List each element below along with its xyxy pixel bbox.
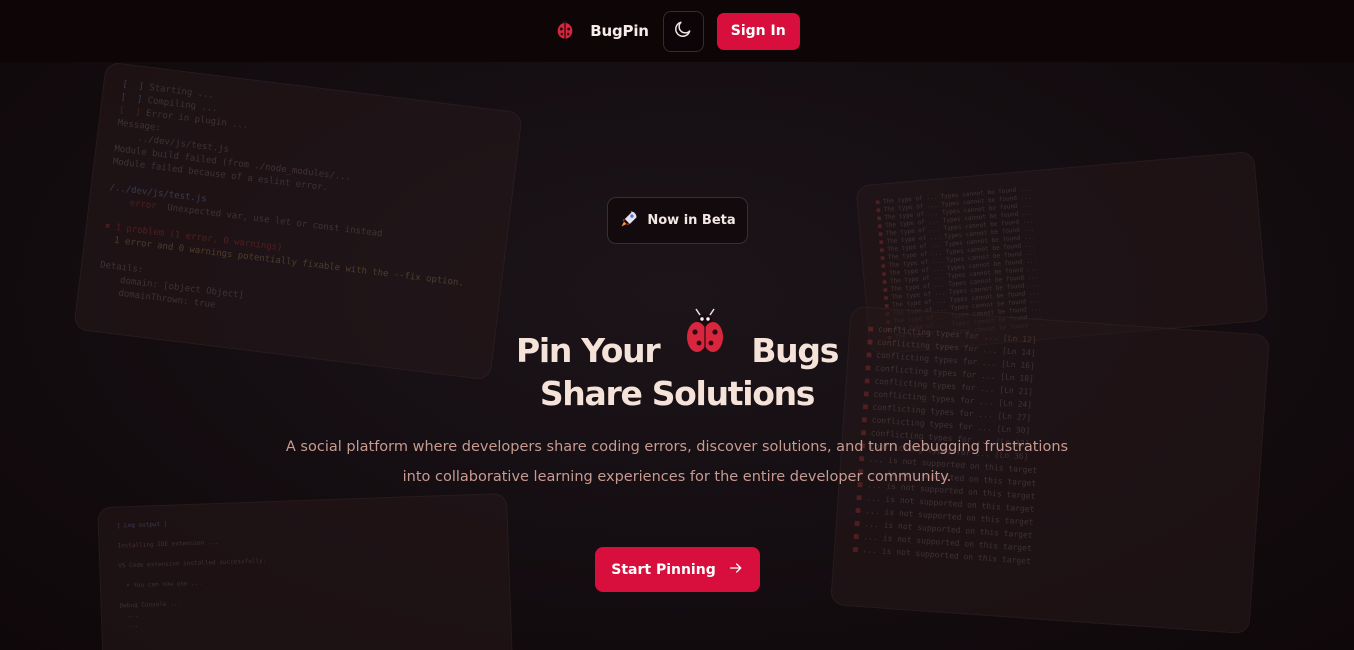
background-terminal-window: [ Log output ] Installing IDE extension …	[97, 492, 513, 650]
brand-name: BugPin	[590, 22, 649, 40]
beta-badge: Now in Beta	[607, 197, 748, 244]
arrow-right-icon	[728, 560, 744, 580]
title-word-bugs: Bugs	[751, 330, 839, 370]
hero-title-line-2: Share Solutions	[539, 374, 816, 413]
start-pinning-button[interactable]: Start Pinning	[595, 547, 760, 592]
theme-toggle-button[interactable]	[662, 10, 704, 52]
moon-icon	[673, 19, 693, 43]
brand[interactable]: BugPin	[554, 18, 649, 44]
ladybug-icon	[681, 308, 729, 364]
ladybug-icon	[554, 18, 576, 44]
top-navbar: BugPin Sign In	[0, 0, 1354, 62]
landing-page: [ ] Starting ... [ ] Compiling ... [ ] E…	[0, 0, 1354, 650]
hero-subtitle: A social platform where developers share…	[285, 439, 1069, 485]
cta-label: Start Pinning	[611, 561, 716, 578]
rocket-icon	[619, 209, 639, 233]
title-word-pin-your: Pin Your	[515, 330, 661, 370]
sign-in-button[interactable]: Sign In	[716, 12, 800, 50]
hero-title-line-1: Pin Your Bugs	[0, 308, 1354, 378]
badge-label: Now in Beta	[647, 213, 736, 228]
